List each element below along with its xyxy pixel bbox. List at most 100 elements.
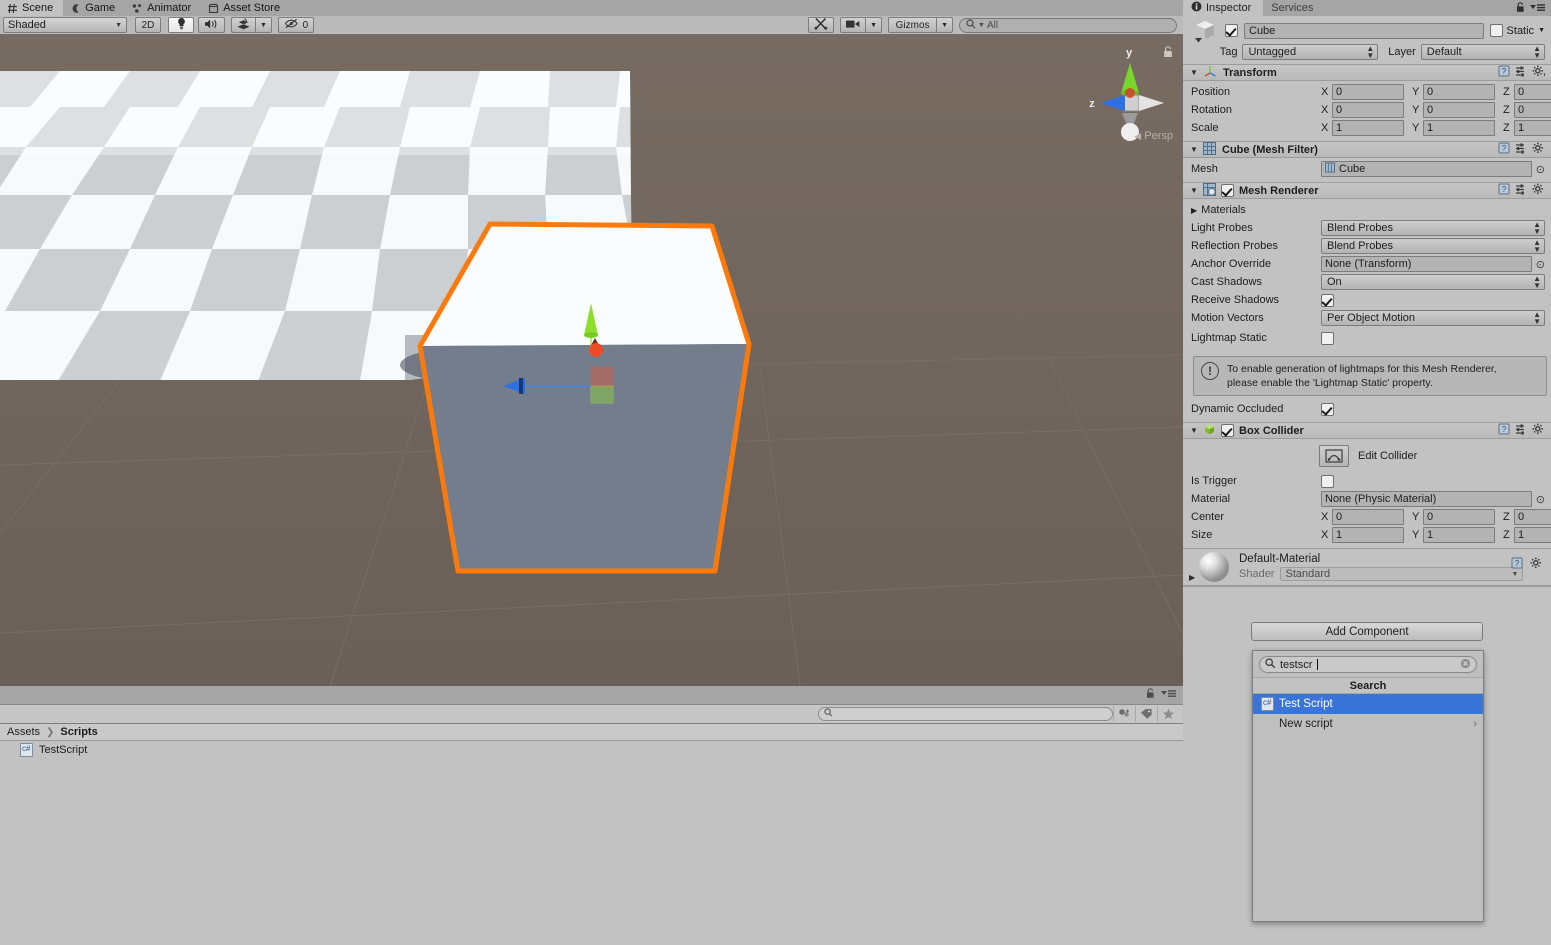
receive-shadows-checkbox[interactable] bbox=[1321, 293, 1334, 307]
size-x-input[interactable]: 1 bbox=[1332, 527, 1404, 544]
scene-tools-button[interactable] bbox=[808, 17, 835, 33]
object-picker-icon[interactable]: ⊙ bbox=[1536, 258, 1545, 271]
toggle-lighting-button[interactable] bbox=[168, 17, 194, 33]
effects-dropdown[interactable]: ▼ bbox=[255, 17, 272, 33]
toggle-audio-button[interactable] bbox=[198, 17, 225, 33]
mesh-renderer-enabled-checkbox[interactable] bbox=[1221, 184, 1234, 197]
tab-scene[interactable]: Scene bbox=[0, 0, 64, 16]
gear-icon[interactable]: ▾ bbox=[1532, 65, 1546, 80]
object-picker-icon[interactable]: ⊙ bbox=[1536, 163, 1545, 176]
tab-inspector[interactable]: Inspector bbox=[1183, 0, 1264, 16]
project-asset-list[interactable]: TestScript bbox=[0, 741, 1183, 945]
dropdown-item-new-script[interactable]: New script › bbox=[1253, 714, 1483, 734]
filter-by-label-icon[interactable] bbox=[1135, 706, 1157, 722]
breadcrumb-root[interactable]: Assets bbox=[7, 726, 40, 738]
position-x-input[interactable]: 0 bbox=[1332, 84, 1404, 100]
material-preview-strip[interactable]: ▶ Default-Material Shader Standard ▼ ? bbox=[1183, 548, 1551, 587]
dynamic-occluded-checkbox[interactable] bbox=[1321, 402, 1334, 416]
gameobject-enabled-checkbox[interactable] bbox=[1225, 24, 1238, 37]
is-trigger-checkbox[interactable] bbox=[1321, 474, 1334, 488]
tab-game[interactable]: Game bbox=[63, 0, 125, 16]
padlock-icon[interactable] bbox=[1146, 688, 1155, 702]
motion-vectors-dropdown[interactable]: Per Object Motion ▲ ▼ bbox=[1321, 310, 1545, 326]
light-probes-dropdown[interactable]: Blend Probes ▲ ▼ bbox=[1321, 220, 1545, 236]
padlock-icon[interactable] bbox=[1163, 46, 1173, 58]
component-header-mesh-renderer[interactable]: ▼ Mesh Renderer ? bbox=[1183, 182, 1551, 199]
help-icon[interactable]: ? bbox=[1498, 142, 1510, 157]
preset-icon[interactable] bbox=[1515, 183, 1527, 198]
component-search-input[interactable]: testscr bbox=[1259, 656, 1477, 673]
scale-z-input[interactable]: 1 bbox=[1514, 120, 1551, 136]
clear-circle-icon[interactable] bbox=[1460, 658, 1471, 672]
materials-foldout-row[interactable]: ▶ Materials bbox=[1191, 201, 1545, 219]
preset-icon[interactable] bbox=[1515, 142, 1527, 157]
scene-camera-dropdown[interactable]: ▼ bbox=[865, 17, 883, 33]
static-checkbox[interactable] bbox=[1489, 24, 1503, 37]
preset-icon[interactable] bbox=[1515, 65, 1527, 80]
rotation-z-input[interactable]: 0 bbox=[1514, 102, 1551, 118]
component-header-transform[interactable]: ▼ Transform ? ▾ bbox=[1183, 64, 1551, 81]
breadcrumb-current[interactable]: Scripts bbox=[60, 726, 97, 738]
object-picker-icon[interactable]: ⊙ bbox=[1536, 493, 1545, 506]
project-search-input[interactable] bbox=[818, 707, 1113, 721]
add-component-button[interactable]: Add Component bbox=[1251, 622, 1483, 641]
padlock-icon[interactable] bbox=[1516, 2, 1525, 16]
dropdown-item-test-script[interactable]: Test Script bbox=[1253, 694, 1483, 714]
tab-services[interactable]: Services bbox=[1263, 0, 1325, 16]
position-y-input[interactable]: 0 bbox=[1423, 84, 1495, 100]
center-y-input[interactable]: 0 bbox=[1423, 509, 1495, 526]
scene-camera-button[interactable] bbox=[840, 17, 866, 33]
draw-mode-dropdown[interactable]: Shaded ▼ bbox=[3, 17, 127, 33]
cast-shadows-dropdown[interactable]: On ▲ ▼ bbox=[1321, 274, 1545, 290]
mesh-object-field[interactable]: Cube bbox=[1321, 161, 1532, 177]
filter-by-type-icon[interactable] bbox=[1113, 706, 1135, 722]
menu-icon[interactable] bbox=[1530, 3, 1546, 15]
help-icon[interactable]: ? bbox=[1511, 557, 1523, 572]
foldout-arrow-icon[interactable]: ▼ bbox=[1190, 145, 1199, 154]
gameobject-name-input[interactable]: Cube bbox=[1244, 22, 1484, 39]
layer-dropdown[interactable]: Default ▲ ▼ bbox=[1420, 44, 1545, 60]
hidden-objects-button[interactable]: 0 bbox=[277, 17, 314, 33]
help-icon[interactable]: ? bbox=[1498, 423, 1510, 438]
gear-icon[interactable] bbox=[1530, 557, 1543, 572]
center-z-input[interactable]: 0 bbox=[1514, 509, 1551, 526]
anchor-override-object-field[interactable]: None (Transform) bbox=[1321, 256, 1532, 272]
list-item[interactable]: TestScript bbox=[0, 741, 1183, 759]
help-icon[interactable]: ? bbox=[1498, 65, 1510, 80]
gear-icon[interactable] bbox=[1532, 183, 1545, 198]
foldout-arrow-icon[interactable]: ▼ bbox=[1190, 426, 1199, 435]
help-icon[interactable]: ? bbox=[1498, 183, 1510, 198]
gizmos-button[interactable]: Gizmos bbox=[888, 17, 937, 33]
gear-icon[interactable] bbox=[1532, 142, 1545, 157]
add-component-dropdown[interactable]: testscr Search Test Script bbox=[1252, 650, 1484, 922]
tab-animator[interactable]: Animator bbox=[125, 0, 201, 16]
rotation-x-input[interactable]: 0 bbox=[1332, 102, 1404, 118]
scale-y-input[interactable]: 1 bbox=[1423, 120, 1495, 136]
component-header-box-collider[interactable]: ▼ Box Collider ? bbox=[1183, 422, 1551, 440]
rotation-y-input[interactable]: 0 bbox=[1423, 102, 1495, 118]
reflection-probes-dropdown[interactable]: Blend Probes ▲ ▼ bbox=[1321, 238, 1545, 254]
box-collider-enabled-checkbox[interactable] bbox=[1221, 424, 1234, 438]
physic-material-object-field[interactable]: None (Physic Material) bbox=[1321, 491, 1532, 508]
center-x-input[interactable]: 0 bbox=[1332, 509, 1404, 526]
toggle-2d-button[interactable]: 2D bbox=[135, 17, 161, 33]
edit-collider-button[interactable] bbox=[1319, 445, 1349, 468]
gear-icon[interactable] bbox=[1532, 423, 1545, 438]
shader-dropdown[interactable]: Standard ▼ bbox=[1280, 567, 1524, 582]
effects-button[interactable] bbox=[231, 17, 255, 33]
component-header-mesh-filter[interactable]: ▼ Cube (Mesh Filter) ? bbox=[1183, 141, 1551, 158]
projection-mode-label[interactable]: ◀ Persp bbox=[1134, 130, 1173, 142]
scene-search-input[interactable]: ▼ All bbox=[959, 17, 1177, 33]
menu-icon[interactable] bbox=[1161, 689, 1177, 701]
foldout-arrow-icon[interactable]: ▼ bbox=[1190, 68, 1199, 77]
foldout-arrow-icon[interactable]: ▼ bbox=[1190, 186, 1199, 195]
gizmos-dropdown[interactable]: ▼ bbox=[936, 17, 953, 33]
tag-dropdown[interactable]: Untagged ▲ ▼ bbox=[1242, 44, 1379, 60]
scale-x-input[interactable]: 1 bbox=[1332, 120, 1404, 136]
foldout-arrow-icon[interactable]: ▶ bbox=[1189, 573, 1195, 582]
lightmap-static-checkbox[interactable] bbox=[1321, 331, 1334, 345]
chevron-down-icon[interactable]: ▼ bbox=[1538, 27, 1545, 34]
foldout-arrow-icon[interactable]: ▶ bbox=[1191, 206, 1197, 215]
tab-asset-store[interactable]: Asset Store bbox=[201, 0, 290, 16]
size-z-input[interactable]: 1 bbox=[1514, 527, 1551, 544]
